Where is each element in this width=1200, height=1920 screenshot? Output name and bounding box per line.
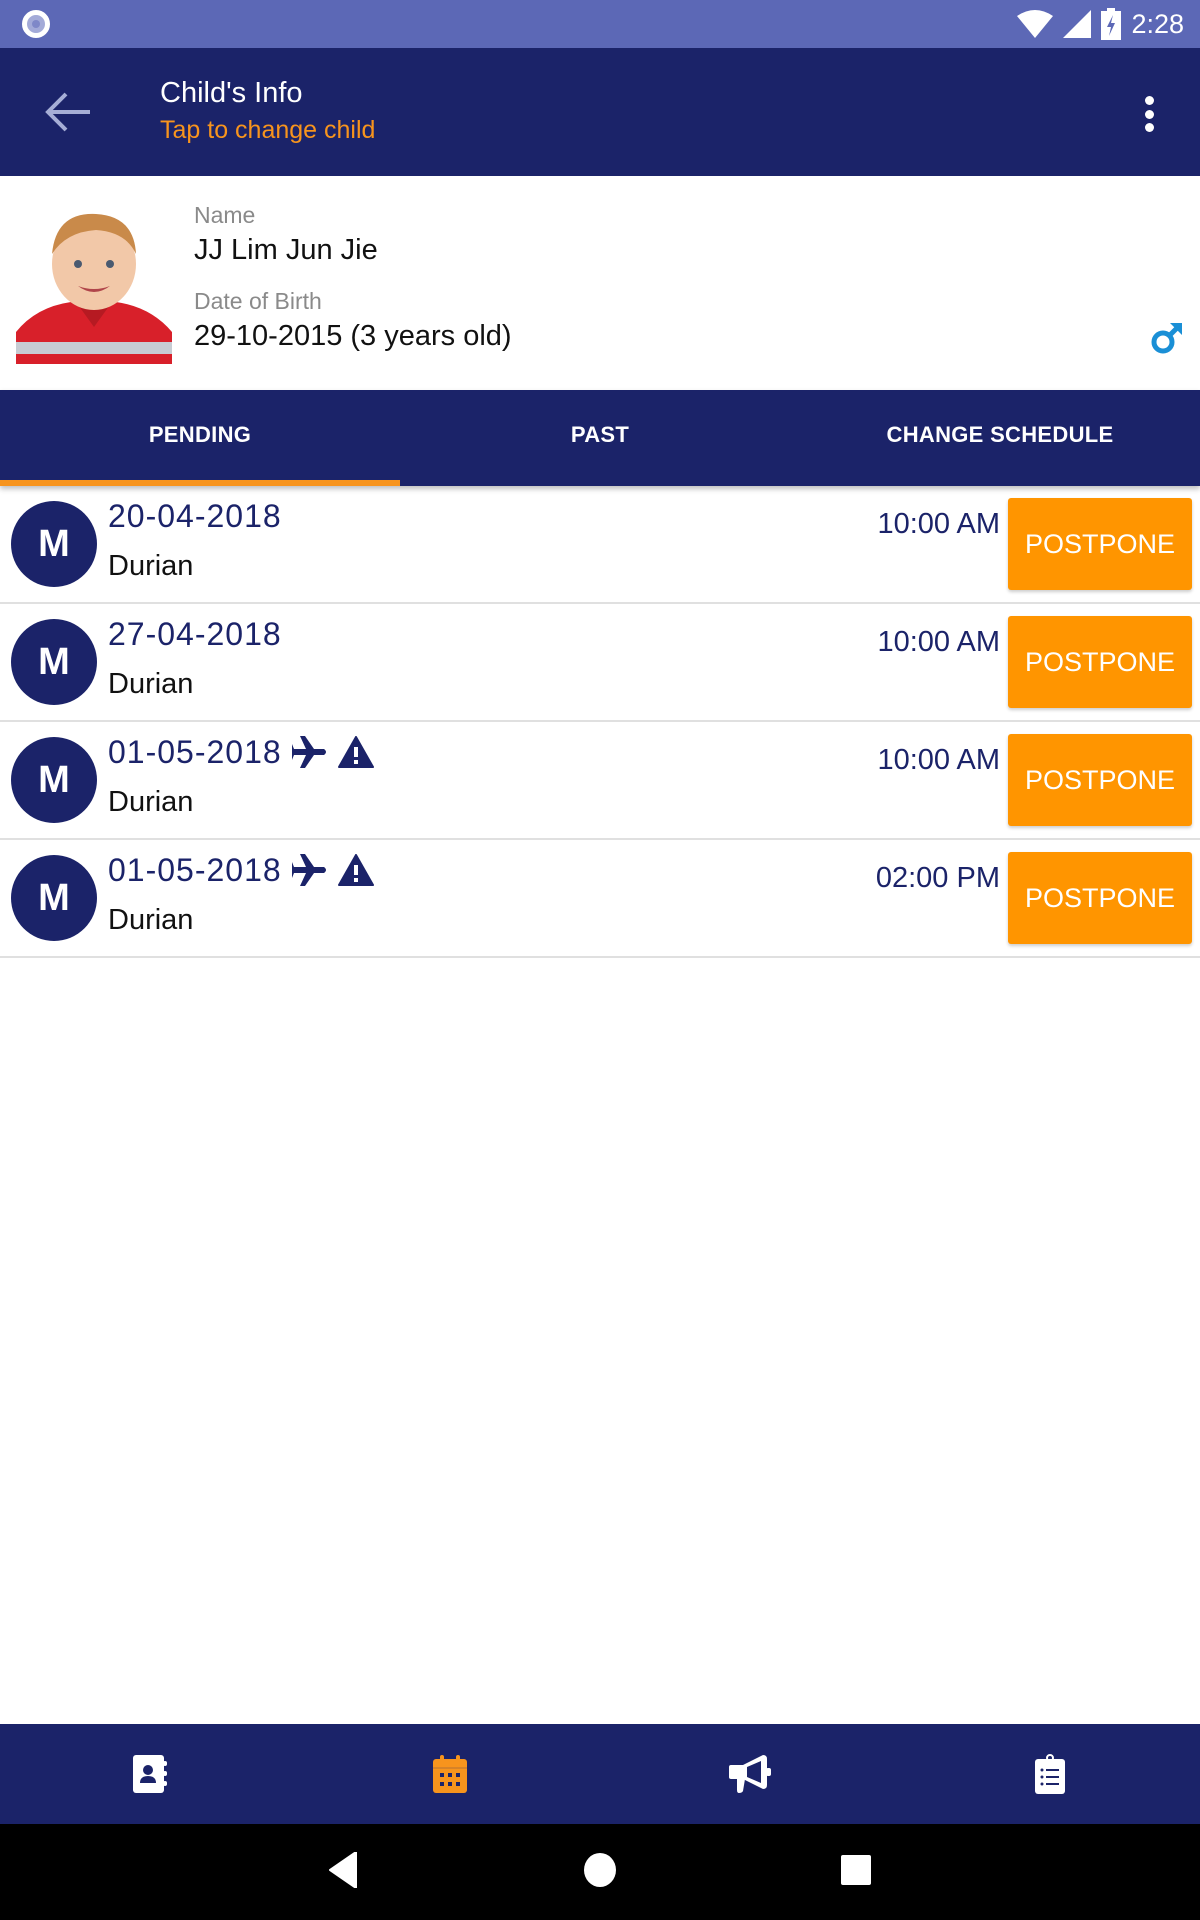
avatar: M [11,855,97,941]
postpone-button[interactable]: POSTPONE [1008,498,1192,590]
warning-icon [337,854,374,886]
appointment-date: 01-05-2018 [108,732,374,772]
appointment-time: 10:00 AM [877,744,1000,776]
tab-pending[interactable]: PENDING [0,390,400,486]
arrow-left-icon [45,92,90,132]
child-photo [16,202,172,364]
list-item[interactable]: M 27-04-2018 Durian 10:00 AM POSTPONE [0,604,1200,722]
notification-dot-icon [22,10,50,38]
airplane-icon [291,736,326,768]
appointment-date: 20-04-2018 [108,496,282,536]
appointment-time: 10:00 AM [877,626,1000,658]
app-bar: Child's Info Tap to change child [0,48,1200,176]
dob-label: Date of Birth [194,288,322,314]
system-back-icon[interactable] [328,1852,358,1888]
date-text: 01-05-2018 [108,852,282,888]
status-bar: 2:28 [0,0,1200,48]
bottom-nav [0,1724,1200,1824]
contact-book-icon [133,1755,167,1793]
child-name: JJ Lim Jun Jie [194,234,378,266]
tab-bar: PENDING PAST CHANGE SCHEDULE [0,390,1200,486]
appointment-date: 27-04-2018 [108,614,282,654]
airplane-icon [291,854,326,886]
tab-past[interactable]: PAST [400,390,800,486]
appointment-name: Durian [108,786,194,818]
postpone-button[interactable]: POSTPONE [1008,734,1192,826]
appointment-list: M 20-04-2018 Durian 10:00 AM POSTPONE M … [0,486,1200,958]
wifi-icon [1017,10,1054,38]
avatar: M [11,619,97,705]
nav-schedule[interactable] [300,1724,600,1824]
status-icons: 2:28 [1017,0,1184,48]
avatar: M [11,737,97,823]
appointment-time: 02:00 PM [875,862,1000,894]
nav-contacts[interactable] [0,1724,300,1824]
clipboard-list-icon [1035,1754,1065,1794]
system-recents-icon[interactable] [841,1852,871,1888]
more-vertical-icon[interactable] [1134,92,1164,136]
back-button[interactable] [36,84,100,140]
appointment-date: 01-05-2018 [108,850,374,890]
list-item[interactable]: M 20-04-2018 Durian 10:00 AM POSTPONE [0,486,1200,604]
child-details: Name JJ Lim Jun Jie Date of Birth 29-10-… [194,200,512,372]
list-item[interactable]: M 01-05-2018 Durian 02:00 PM POSTPONE [0,840,1200,958]
warning-icon [337,736,374,768]
status-time: 2:28 [1131,8,1184,39]
nav-reports[interactable] [900,1724,1200,1824]
system-home-icon[interactable] [584,1852,616,1888]
appointment-name: Durian [108,550,194,582]
avatar: M [11,501,97,587]
megaphone-icon [729,1755,771,1793]
child-switcher[interactable]: Child's Info Tap to change child [160,74,375,148]
postpone-button[interactable]: POSTPONE [1008,852,1192,944]
system-nav-bar [0,1824,1200,1920]
nav-announcements[interactable] [600,1724,900,1824]
calendar-icon [433,1755,467,1793]
date-text: 20-04-2018 [108,498,282,534]
list-item[interactable]: M 01-05-2018 Durian 10:00 AM POSTPONE [0,722,1200,840]
battery-charging-icon [1101,8,1122,40]
date-text: 27-04-2018 [108,616,282,652]
male-icon [1151,323,1182,354]
child-info-card: Name JJ Lim Jun Jie Date of Birth 29-10-… [0,176,1200,390]
tab-change-schedule[interactable]: CHANGE SCHEDULE [800,390,1200,486]
page-title: Child's Info [160,77,303,109]
appointment-name: Durian [108,668,194,700]
postpone-button[interactable]: POSTPONE [1008,616,1192,708]
child-dob: 29-10-2015 (3 years old) [194,320,512,352]
date-text: 01-05-2018 [108,734,282,770]
appointment-time: 10:00 AM [877,508,1000,540]
change-child-link[interactable]: Tap to change child [160,112,375,148]
cell-signal-icon [1063,10,1092,38]
appointment-name: Durian [108,904,194,936]
name-label: Name [194,202,256,228]
